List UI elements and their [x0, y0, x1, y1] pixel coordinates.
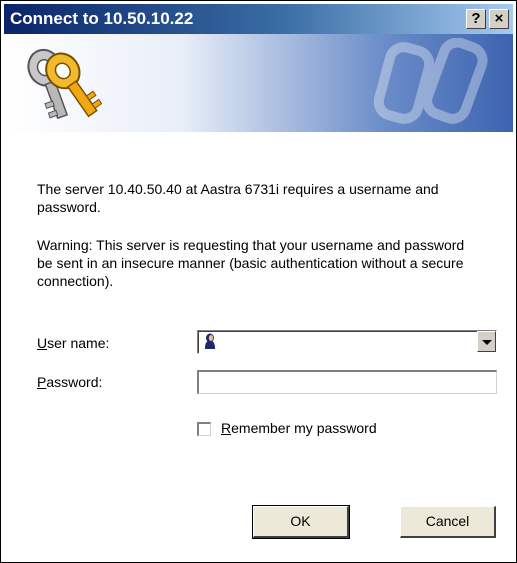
- keys-icon: [27, 48, 102, 120]
- password-label-mnemonic: P: [37, 374, 47, 390]
- ok-button[interactable]: OK: [253, 506, 349, 538]
- close-button[interactable]: ×: [489, 9, 509, 29]
- remember-label-mnemonic: R: [221, 420, 232, 436]
- dialog-body: The server 10.40.50.40 at Aastra 6731i r…: [4, 132, 513, 562]
- remember-label-text: emember my password: [231, 420, 377, 436]
- window-title: Connect to 10.50.10.22: [10, 9, 194, 28]
- help-button[interactable]: ?: [466, 9, 486, 29]
- username-combobox[interactable]: [197, 330, 497, 354]
- keys-watermark-icon: [373, 38, 488, 124]
- connect-dialog: Connect to 10.50.10.22 ? × The server 10…: [0, 0, 517, 563]
- username-label-text: ser name:: [47, 335, 110, 351]
- cancel-button[interactable]: Cancel: [400, 506, 496, 538]
- username-label-mnemonic: U: [37, 335, 48, 351]
- user-icon: [205, 333, 215, 349]
- username-dropdown-button[interactable]: [477, 331, 496, 352]
- password-label-text: assword:: [46, 374, 103, 390]
- dialog-banner: [4, 34, 513, 132]
- username-input[interactable]: [222, 332, 462, 350]
- title-bar[interactable]: Connect to 10.50.10.22 ? ×: [4, 4, 513, 34]
- server-message: The server 10.40.50.40 at Aastra 6731i r…: [37, 181, 439, 215]
- password-input[interactable]: [197, 370, 497, 394]
- remember-password-checkbox[interactable]: [197, 422, 211, 436]
- username-label: User name:: [37, 335, 109, 351]
- password-label: Password:: [37, 374, 102, 390]
- security-warning: Warning: This server is requesting that …: [37, 237, 465, 289]
- remember-password-label[interactable]: Remember my password: [221, 420, 377, 436]
